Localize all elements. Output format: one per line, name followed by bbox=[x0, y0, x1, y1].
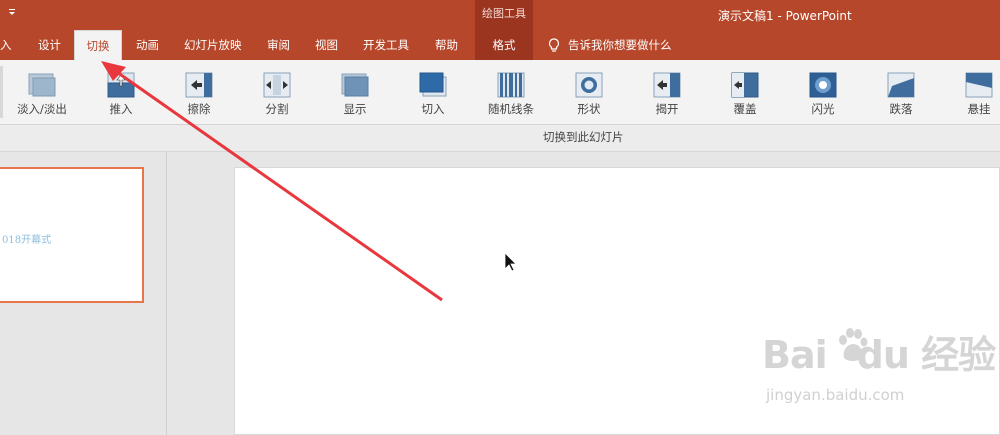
tab-format[interactable]: 格式 bbox=[475, 30, 533, 60]
transition-label: 分割 bbox=[265, 102, 289, 116]
transition-cut[interactable]: 切入 bbox=[396, 60, 470, 124]
group-label: 切换到此幻灯片 bbox=[543, 130, 624, 144]
tab-help[interactable]: 帮助 bbox=[435, 30, 458, 60]
tab-view[interactable]: 视图 bbox=[315, 30, 338, 60]
transition-label: 形状 bbox=[577, 102, 601, 116]
transition-label: 跌落 bbox=[889, 102, 913, 116]
transition-label: 淡入/淡出 bbox=[17, 102, 67, 116]
push-icon bbox=[107, 72, 135, 98]
flash-icon bbox=[809, 72, 837, 98]
transitions-ribbon: 淡入/淡出 推入 擦除 分割 显示 切入 随机线条 形状 揭开 覆盖 闪光 跌落… bbox=[0, 60, 1000, 125]
transition-label: 揭开 bbox=[655, 102, 679, 116]
wipe-icon bbox=[185, 72, 213, 98]
cover-icon bbox=[731, 72, 759, 98]
drape-icon bbox=[965, 72, 993, 98]
transition-label: 随机线条 bbox=[488, 102, 534, 116]
ribbon-group-bar: 切换到此幻灯片 bbox=[0, 125, 1000, 152]
fade-icon bbox=[28, 73, 56, 97]
cut-icon bbox=[419, 72, 447, 97]
transition-label: 悬挂 bbox=[967, 102, 991, 116]
random-bars-icon bbox=[497, 72, 525, 98]
transition-shape[interactable]: 形状 bbox=[552, 60, 626, 124]
tab-animations[interactable]: 动画 bbox=[136, 30, 159, 60]
transition-split[interactable]: 分割 bbox=[240, 60, 314, 124]
transition-fall-over[interactable]: 跌落 bbox=[864, 60, 938, 124]
slide-thumbnail[interactable]: 018开幕式 bbox=[0, 167, 144, 303]
reveal-icon bbox=[341, 73, 369, 97]
transition-label: 推入 bbox=[109, 102, 133, 116]
slide-thumbnail-pane: 018开幕式 bbox=[0, 152, 167, 435]
transition-label: 显示 bbox=[343, 102, 367, 116]
transition-random-bars[interactable]: 随机线条 bbox=[474, 60, 548, 124]
tab-slideshow[interactable]: 幻灯片放映 bbox=[184, 30, 242, 60]
uncover-icon bbox=[653, 72, 681, 98]
transition-label: 切入 bbox=[421, 102, 445, 116]
transition-push[interactable]: 推入 bbox=[84, 60, 158, 124]
transition-uncover[interactable]: 揭开 bbox=[630, 60, 704, 124]
shape-icon bbox=[575, 72, 603, 98]
tab-transitions[interactable]: 切换 bbox=[74, 30, 122, 60]
transition-wipe[interactable]: 擦除 bbox=[162, 60, 236, 124]
title-bar: 绘图工具 演示文稿1 - PowerPoint bbox=[0, 0, 1000, 30]
tab-review[interactable]: 审阅 bbox=[267, 30, 290, 60]
watermark-logo: Bai du 经验 bbox=[762, 333, 996, 377]
baidu-jingyan-watermark: Bai du 经验 jingyan.baidu.com bbox=[762, 324, 996, 414]
tell-me-label: 告诉我你想要做什么 bbox=[568, 38, 672, 52]
gallery-edge bbox=[0, 66, 3, 118]
transition-label: 覆盖 bbox=[733, 102, 757, 116]
tab-developer[interactable]: 开发工具 bbox=[363, 30, 409, 60]
tell-me-search[interactable]: 告诉我你想要做什么 bbox=[548, 30, 672, 60]
paw-icon bbox=[839, 328, 868, 361]
tab-design[interactable]: 设计 bbox=[38, 30, 61, 60]
window-title: 演示文稿1 - PowerPoint bbox=[718, 9, 852, 23]
split-icon bbox=[263, 72, 291, 98]
lightbulb-icon bbox=[548, 37, 560, 52]
transition-label: 闪光 bbox=[811, 102, 835, 116]
transition-drape[interactable]: 悬挂 bbox=[942, 60, 1000, 124]
transition-fade[interactable]: 淡入/淡出 bbox=[5, 60, 79, 124]
drawing-tools-context-label: 绘图工具 bbox=[475, 0, 533, 30]
transition-label: 擦除 bbox=[187, 102, 211, 116]
thumbnail-text: 018开幕式 bbox=[2, 235, 52, 246]
customize-qat-chevron-icon[interactable] bbox=[8, 6, 16, 19]
transition-flash[interactable]: 闪光 bbox=[786, 60, 860, 124]
fall-over-icon bbox=[887, 72, 915, 98]
watermark-url: jingyan.baidu.com bbox=[766, 386, 905, 404]
tab-insert[interactable]: 入 bbox=[0, 30, 18, 60]
ribbon-tab-bar: 入 设计 切换 动画 幻灯片放映 审阅 视图 开发工具 帮助 格式 告诉我你想要… bbox=[0, 30, 1000, 60]
transition-cover[interactable]: 覆盖 bbox=[708, 60, 782, 124]
transition-reveal[interactable]: 显示 bbox=[318, 60, 392, 124]
